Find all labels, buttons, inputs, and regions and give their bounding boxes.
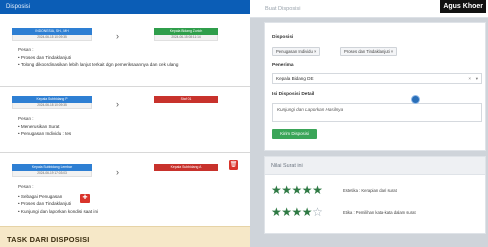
detail-textarea[interactable]: Kunjungi dan Laporkan Hasilnya <box>272 103 482 122</box>
receiver-time: 2024-06-15 08:11:14 <box>154 35 218 41</box>
receiver-box: Kepala Bidang Zurich 2024-06-15 08:11:14 <box>154 28 218 44</box>
rating-label: Estetika : Kerapian dari surat <box>343 188 397 193</box>
task-section-header: TASK DARI DISPOSISI <box>0 226 250 247</box>
list-item: Kunjungi dan laporkan kondisi saat ini <box>18 208 98 215</box>
panel-title: Buat Disposisi <box>265 6 301 12</box>
receiver-label: Kepala Subbidang A <box>154 164 218 171</box>
sender-time: 2024-06-15 10:09:35 <box>12 35 92 41</box>
submit-disposition-button[interactable]: Kirim Disposisi <box>272 129 317 139</box>
history-entry: Kepala Subbidang P 2024-06-18 10:09:35 ›… <box>0 88 250 148</box>
star-filled-icon[interactable]: ★ <box>302 205 313 219</box>
submit-label: Kirim Disposisi <box>280 131 309 136</box>
clear-icon[interactable]: × <box>468 74 471 83</box>
history-header: Disposisi <box>0 0 250 14</box>
disposition-tags-input[interactable]: Penugasan Individu × Proses dan Tindakla… <box>272 46 478 58</box>
star-filled-icon[interactable]: ★ <box>312 183 323 197</box>
star-empty-icon[interactable]: ☆ <box>312 205 323 219</box>
cursor-indicator-icon <box>411 95 420 104</box>
disposition-form: Disposisi Penugasan Individu × Proses da… <box>264 22 486 151</box>
message-list: Proses dan Tindaklanjuti Tolong dikoordi… <box>18 54 179 69</box>
sender-time: 2024-06-19 17:03:03 <box>12 171 92 177</box>
recipient-label: Penerima <box>272 63 294 68</box>
chevron-down-icon[interactable]: ▾ <box>476 74 478 83</box>
history-entry: INDONESIA, SH., MH 2024-06-15 10:09:35 ›… <box>0 16 250 76</box>
letter-rating-card: Nilai Surat ini ★★★★★ Estetika : Kerapia… <box>264 156 486 234</box>
sender-box: INDONESIA, SH., MH 2024-06-15 10:09:35 <box>12 28 92 44</box>
disposition-flow: Kepala Subbidang P 2024-06-18 10:09:35 ›… <box>12 96 248 118</box>
disposition-history-panel: Disposisi INDONESIA, SH., MH 2024-06-15 … <box>0 0 250 247</box>
panel-header: Buat Disposisi Agus Khoer <box>250 0 488 18</box>
sender-time: 2024-06-18 10:09:35 <box>12 103 92 109</box>
sender-label: INDONESIA, SH., MH <box>12 28 92 35</box>
divider <box>0 152 250 153</box>
list-item: Proses dan Tindaklanjuti <box>18 54 178 61</box>
history-entry: Kepala Subbidang Lembar 2024-06-19 17:03… <box>0 156 250 226</box>
chevron-right-icon: › <box>116 31 119 41</box>
detail-label: Isi Disposisi Detail <box>272 92 315 97</box>
receiver-label: Staf 01 <box>154 96 218 103</box>
message-label: Pesan : <box>18 116 34 121</box>
user-name: Agus Khoer <box>440 0 486 13</box>
message-list: Menerusikan Surat Penugasan Individu : t… <box>18 123 71 138</box>
rating-label: Etika : Pemilihan kata-kata dalam surat <box>343 210 416 215</box>
star-rating[interactable]: ★★★★☆ <box>271 205 323 219</box>
message-label: Pesan : <box>18 184 34 189</box>
chevron-right-icon: › <box>116 99 119 109</box>
tag-chip[interactable]: Proses dan Tindaklanjuti × <box>340 47 398 56</box>
create-disposition-panel: Buat Disposisi Agus Khoer Disposisi Penu… <box>250 0 488 247</box>
list-item: Penugasan Individu : tes <box>18 130 71 137</box>
star-filled-icon[interactable]: ★ <box>281 205 292 219</box>
star-filled-icon[interactable]: ★ <box>271 205 282 219</box>
rating-header: Nilai Surat ini <box>265 157 485 175</box>
task-section-title: TASK DARI DISPOSISI <box>7 235 90 244</box>
recipient-select[interactable]: Kepala Bidang DE × ▾ <box>272 73 482 84</box>
rating-title: Nilai Surat ini <box>271 163 303 169</box>
sender-label: Kepala Subbidang P <box>12 96 92 103</box>
message-label: Pesan : <box>18 47 34 52</box>
recipient-value: Kepala Bidang DE <box>276 76 314 81</box>
highlight-marker-icon: ✚ <box>80 194 90 203</box>
star-filled-icon[interactable]: ★ <box>292 205 303 219</box>
receiver-box: Staf 01 <box>154 96 218 112</box>
delete-button[interactable]: 🗑 <box>229 160 238 170</box>
receiver-box: Kepala Subbidang A <box>154 164 218 180</box>
list-item: Menerusikan Surat <box>18 123 71 130</box>
receiver-label: Kepala Bidang Zurich <box>154 28 218 35</box>
sender-box: Kepala Subbidang P 2024-06-18 10:09:35 <box>12 96 92 112</box>
screen: Disposisi INDONESIA, SH., MH 2024-06-15 … <box>0 0 488 247</box>
disposition-label: Disposisi <box>272 35 294 40</box>
divider <box>0 86 250 87</box>
chevron-right-icon: › <box>116 167 119 177</box>
star-rating[interactable]: ★★★★★ <box>271 183 323 197</box>
star-filled-icon[interactable]: ★ <box>281 183 292 197</box>
star-filled-icon[interactable]: ★ <box>271 183 282 197</box>
star-filled-icon[interactable]: ★ <box>302 183 313 197</box>
star-filled-icon[interactable]: ★ <box>292 183 303 197</box>
sender-label: Kepala Subbidang Lembar <box>12 164 92 171</box>
sender-box: Kepala Subbidang Lembar 2024-06-19 17:03… <box>12 164 92 180</box>
tag-chip[interactable]: Penugasan Individu × <box>272 47 321 56</box>
list-item: Tolong dikoordinasikan lebih lanjut terk… <box>18 61 179 68</box>
disposition-flow: Kepala Subbidang Lembar 2024-06-19 17:03… <box>12 164 248 186</box>
disposition-flow: INDONESIA, SH., MH 2024-06-15 10:09:35 ›… <box>12 28 248 50</box>
